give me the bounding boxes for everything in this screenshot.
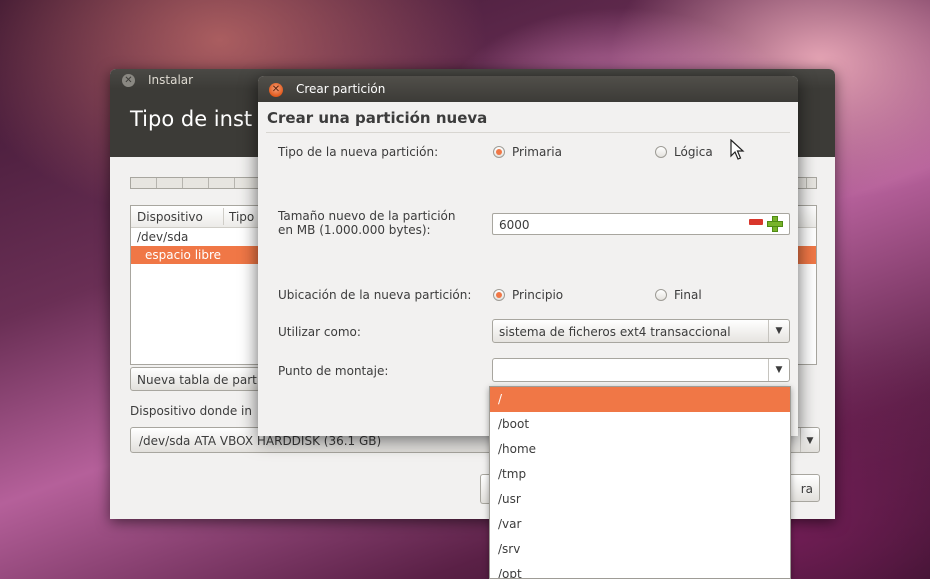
end-radio[interactable] xyxy=(655,289,667,301)
location-label: Ubicación de la nueva partición: xyxy=(278,288,472,302)
primary-radio-label[interactable]: Primaria xyxy=(512,145,562,159)
mount-point-combo[interactable]: ▼ xyxy=(492,358,790,382)
chevron-down-icon: ▼ xyxy=(800,428,819,452)
chevron-down-icon: ▼ xyxy=(768,320,789,342)
primary-radio[interactable] xyxy=(493,146,505,158)
plus-icon[interactable] xyxy=(767,216,783,232)
dialog-heading: Crear una partición nueva xyxy=(267,109,488,127)
mouse-cursor-icon xyxy=(730,139,745,160)
logical-radio[interactable] xyxy=(655,146,667,158)
create-partition-dialog: ✕ Crear partición Crear una partición nu… xyxy=(258,76,798,436)
close-icon[interactable]: ✕ xyxy=(122,74,135,87)
dropdown-option-usr[interactable]: /usr xyxy=(490,487,790,512)
chevron-down-icon[interactable]: ▼ xyxy=(768,359,789,381)
minus-icon[interactable] xyxy=(749,219,763,225)
installer-title: Instalar xyxy=(148,73,194,87)
size-value: 6000 xyxy=(499,218,530,232)
dropdown-option-root[interactable]: / xyxy=(490,387,790,412)
boot-device-value: /dev/sda ATA VBOX HARDDISK (36.1 GB) xyxy=(139,434,382,448)
use-as-value: sistema de ficheros ext4 transaccional xyxy=(499,325,731,339)
dialog-titlebar: ✕ Crear partición xyxy=(258,76,798,102)
mount-point-dropdown: / /boot /home /tmp /usr /var /srv /opt xyxy=(489,386,791,579)
start-radio[interactable] xyxy=(493,289,505,301)
size-label-line1: Tamaño nuevo de la partición xyxy=(278,209,456,223)
dialog-title: Crear partición xyxy=(296,82,386,96)
dropdown-option-home[interactable]: /home xyxy=(490,437,790,462)
use-as-select[interactable]: sistema de ficheros ext4 transaccional ▼ xyxy=(492,319,790,343)
column-header-device[interactable]: Dispositivo xyxy=(137,210,203,224)
size-input[interactable]: 6000 xyxy=(492,213,790,235)
dropdown-option-srv[interactable]: /srv xyxy=(490,537,790,562)
dropdown-option-var[interactable]: /var xyxy=(490,512,790,537)
close-icon[interactable]: ✕ xyxy=(269,83,283,97)
logical-radio-label[interactable]: Lógica xyxy=(674,145,713,159)
dropdown-option-opt[interactable]: /opt xyxy=(490,562,790,578)
end-radio-label[interactable]: Final xyxy=(674,288,702,302)
partition-type-label: Tipo de la nueva partición: xyxy=(278,145,439,159)
size-label-line2: en MB (1.000.000 bytes): xyxy=(278,223,431,237)
start-radio-label[interactable]: Principio xyxy=(512,288,563,302)
dropdown-option-tmp[interactable]: /tmp xyxy=(490,462,790,487)
mount-point-label: Punto de montaje: xyxy=(278,364,389,378)
new-partition-table-button[interactable]: Nueva tabla de part xyxy=(130,367,260,391)
boot-device-label: Dispositivo donde in xyxy=(130,404,252,418)
column-divider xyxy=(223,208,224,225)
use-as-label: Utilizar como: xyxy=(278,325,361,339)
column-header-type[interactable]: Tipo xyxy=(229,210,254,224)
divider xyxy=(266,132,790,133)
page-title: Tipo de inst xyxy=(130,107,253,131)
dropdown-option-boot[interactable]: /boot xyxy=(490,412,790,437)
